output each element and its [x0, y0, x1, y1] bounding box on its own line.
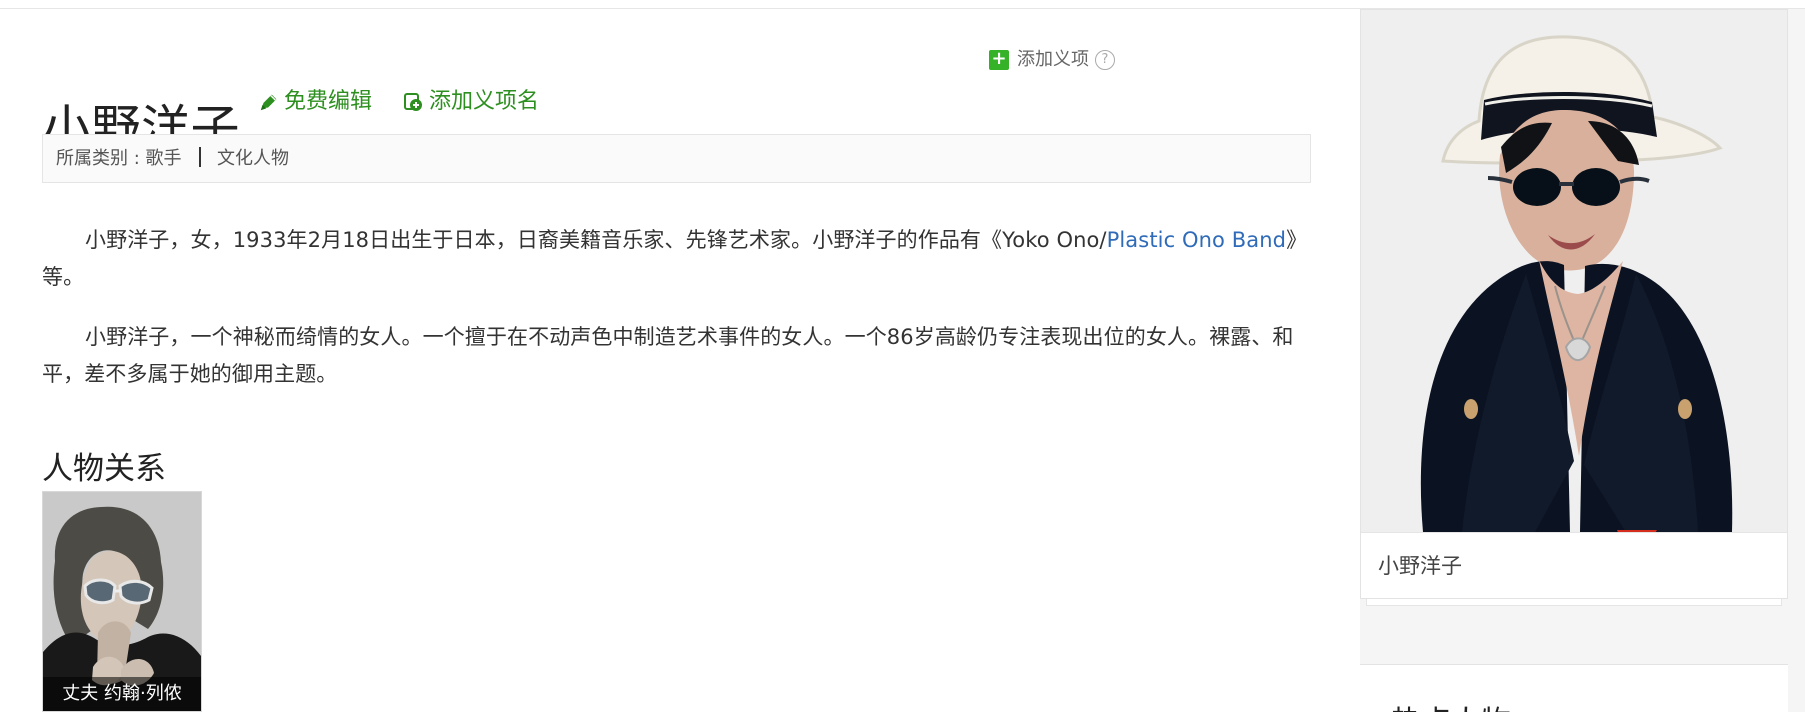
portrait-caption: 小野洋子	[1361, 532, 1787, 598]
relationships-heading: 人物关系	[42, 450, 166, 487]
category-prefix: 所属类别 : 歌手	[56, 148, 182, 169]
add-name-label: 添加义项名	[429, 89, 540, 114]
intro-paragraph-text: 小野洋子，女，1933年2月18日出生于日本，日裔美籍音乐家、先锋艺术家。小野洋…	[85, 228, 1107, 252]
right-sidebar: 小野洋子 热点人物	[1360, 9, 1788, 712]
scroll-gutter	[1788, 9, 1805, 712]
help-icon[interactable]: ?	[1095, 50, 1115, 70]
yoko-ono-portrait	[1361, 10, 1787, 532]
free-edit-button[interactable]: 免费编辑	[258, 87, 372, 117]
top-border	[0, 0, 1805, 9]
add-meaning-label: 添加义项	[1017, 49, 1089, 70]
free-edit-label: 免费编辑	[284, 89, 373, 114]
intro-paragraph: 小野洋子，女，1933年2月18日出生于日本，日裔美籍音乐家、先锋艺术家。小野洋…	[42, 222, 1314, 296]
relationship-caption: 丈夫 约翰·列侬	[43, 677, 201, 711]
add-meaning-button[interactable]: + 添加义项 ?	[989, 46, 1115, 74]
portrait-card-stack-edge	[1366, 599, 1782, 606]
plus-icon: +	[989, 50, 1009, 70]
pencil-icon	[260, 94, 277, 111]
hot-people-title: 热点人物	[1391, 703, 1511, 712]
portrait-card[interactable]: 小野洋子	[1360, 9, 1788, 599]
add-name-button[interactable]: 添加义项名	[401, 87, 539, 117]
description-paragraph: 小野洋子，一个神秘而绮情的女人。一个擅于在不动声色中制造艺术事件的女人。一个86…	[42, 325, 1294, 386]
category-value[interactable]: 文化人物	[217, 148, 289, 169]
hot-people-card: 热点人物	[1360, 664, 1788, 712]
category-bar: 所属类别 : 歌手 文化人物	[42, 134, 1311, 183]
plastic-ono-band-link[interactable]: Plastic Ono Band	[1107, 228, 1286, 252]
baike-page: + 添加义项 ? 小野洋子 免费编辑 添加义项名 所属类别 : 歌手 文化人物 …	[0, 0, 1805, 712]
relationship-card[interactable]: 丈夫 约翰·列侬	[42, 491, 202, 712]
article-main: + 添加义项 ? 小野洋子 免费编辑 添加义项名 所属类别 : 歌手 文化人物 …	[0, 9, 1360, 712]
category-separator	[199, 147, 202, 167]
add-name-icon	[404, 93, 422, 111]
